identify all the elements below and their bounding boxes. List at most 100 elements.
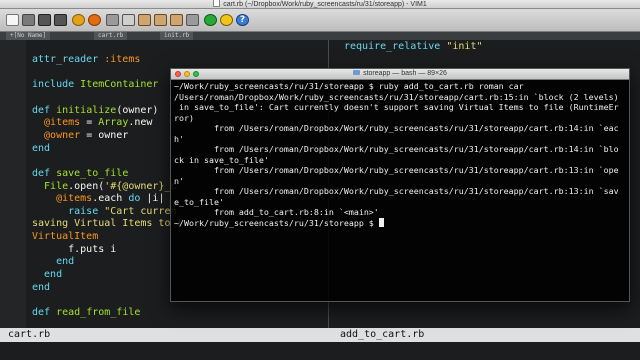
tab-no-name[interactable]: +[No Name] [6,32,51,40]
code-token: def [32,167,57,179]
code-token: .each [92,193,129,205]
code-token: .open( [68,180,105,192]
vim-tabline: +[No Name] cart.rb init.rb [0,32,640,40]
terminal-line: ~/Work/ruby_screencasts/ru/31/storeapp $… [174,81,626,92]
terminal-line: ~/Work/ruby_screencasts/ru/31/storeapp $ [174,217,626,229]
new-file-icon[interactable] [6,14,19,26]
terminal-line: from add_to_cart.rb:8:in `<main>' [174,207,626,218]
code-token: Array [98,117,129,129]
terminal-titlebar[interactable]: storeapp — bash — 89×26 [171,69,629,80]
code-token: read_from_file [56,307,141,318]
terminal-line-text: from /Users/roman/Dropbox/Work/ruby_scre… [174,123,619,133]
paste-icon[interactable] [138,14,151,26]
code-token: :items [104,54,141,65]
require-string: "init" [446,41,483,52]
code-line: end [32,282,50,294]
find-next-icon[interactable] [170,14,183,26]
code-line: def save_to_file [32,168,128,180]
code-token: saving Virtual Items to f [32,218,183,230]
terminal-window[interactable]: storeapp — bash — 89×26 ~/Work/ruby_scre… [170,68,630,302]
undo-icon[interactable] [72,14,85,26]
tab-cart-rb[interactable]: cart.rb [94,32,128,40]
terminal-line-text: e_to_file' [174,196,224,207]
terminal-line: h' [174,134,626,145]
save-icon[interactable] [38,14,51,26]
terminal-cursor [378,217,384,227]
code-line: def initialize(owner) [32,105,158,117]
terminal-line: from /Users/roman/Dropbox/Work/ruby_scre… [174,186,626,197]
code-token: |i| [140,193,165,205]
code-token: attr_reader [32,54,105,65]
code-token: File [32,180,69,192]
folder-icon [353,70,361,75]
statusline-left-filename: cart.rb [8,329,51,340]
terminal-line-text: from /Users/roman/Dropbox/Work/ruby_scre… [174,144,619,154]
terminal-line: from /Users/roman/Dropbox/Work/ruby_scre… [174,165,626,176]
code-line: f.puts i [32,244,116,256]
terminal-line-text: ~/Work/ruby_screencasts/ru/31/storeapp $ [174,217,379,228]
build-icon[interactable] [186,14,199,26]
terminal-line-text: from /Users/roman/Dropbox/Work/ruby_scre… [174,186,619,196]
code-token: @owner [32,129,81,141]
save-all-icon[interactable] [54,14,67,26]
code-line: end [32,269,62,281]
terminal-output[interactable]: ~/Work/ruby_screencasts/ru/31/storeapp $… [174,81,626,228]
code-line: def read_from_file [32,307,140,319]
terminal-line-text: from /Users/roman/Dropbox/Work/ruby_scre… [174,165,619,175]
code-token: = owner [80,129,129,141]
terminal-line-text: /Users/roman/Dropbox/Work/ruby_screencas… [174,91,619,102]
code-line: end [32,143,50,155]
terminal-line-text: ~/Work/ruby_screencasts/ru/31/storeapp $… [174,81,524,91]
code-token: def [32,307,57,318]
terminal-title: storeapp — bash — 89×26 [363,70,447,77]
vim-command-line[interactable] [0,342,640,360]
require-keyword: require_relative [344,41,447,52]
code-token: "Cart curren [104,205,177,217]
code-token: def [32,104,57,116]
code-line: @owner = owner [32,130,128,142]
terminal-line: in save_to_file': Cart currently doesn't… [174,102,626,113]
tab-init-rb[interactable]: init.rb [160,32,194,40]
document-icon [213,0,221,7]
vim-statusline: cart.rb add_to_cart.rb [0,328,640,342]
run-icon[interactable] [204,14,217,26]
code-token: @items [32,117,81,129]
copy-icon[interactable] [122,14,135,26]
terminal-line-text: from add_to_cart.rb:8:in `<main>' [174,207,379,217]
shell-icon[interactable] [220,14,233,26]
code-token: @items [32,193,93,205]
code-token: end [32,281,51,293]
code-token: do [128,193,141,205]
code-token: (owner) [116,104,159,116]
code-token: raise [32,205,105,217]
code-token: include [32,79,81,91]
terminal-line: n' [174,176,626,187]
find-icon[interactable] [154,14,167,26]
code-line: File.open('#{@owner}_c [32,180,177,193]
terminal-title-wrap: storeapp — bash — 89×26 [171,69,629,79]
terminal-line-text: h' [174,133,184,144]
code-line: attr_reader :items [32,54,140,66]
cut-icon[interactable] [106,14,119,26]
code-line: VirtualItem [32,231,98,243]
code-line: end [32,256,74,268]
code-token: save_to_file [56,167,129,179]
code-token: end [32,256,75,268]
terminal-line: ror) [174,113,626,124]
help-icon[interactable]: ? [236,14,249,26]
terminal-line: from /Users/roman/Dropbox/Work/ruby_scre… [174,123,626,134]
redo-icon[interactable] [88,14,101,26]
terminal-line: from /Users/roman/Dropbox/Work/ruby_scre… [174,144,626,155]
toolbar: ? [0,9,640,32]
line-number-gutter [0,40,26,328]
code-token: initialize [56,104,117,116]
open-folder-icon[interactable] [22,14,35,26]
code-token: '#{@owner}_c [104,180,177,192]
code-token: end [32,142,51,154]
code-token: f.puts i [32,243,117,255]
terminal-line-text: ck in save_to_file' [174,154,269,165]
code-line: @items = Array.new [32,117,152,129]
code-token: end [32,269,63,281]
window-title: cart.rb (~/Dropbox/Work/ruby_screencasts… [223,1,427,8]
window-titlebar[interactable]: cart.rb (~/Dropbox/Work/ruby_screencasts… [0,0,640,9]
